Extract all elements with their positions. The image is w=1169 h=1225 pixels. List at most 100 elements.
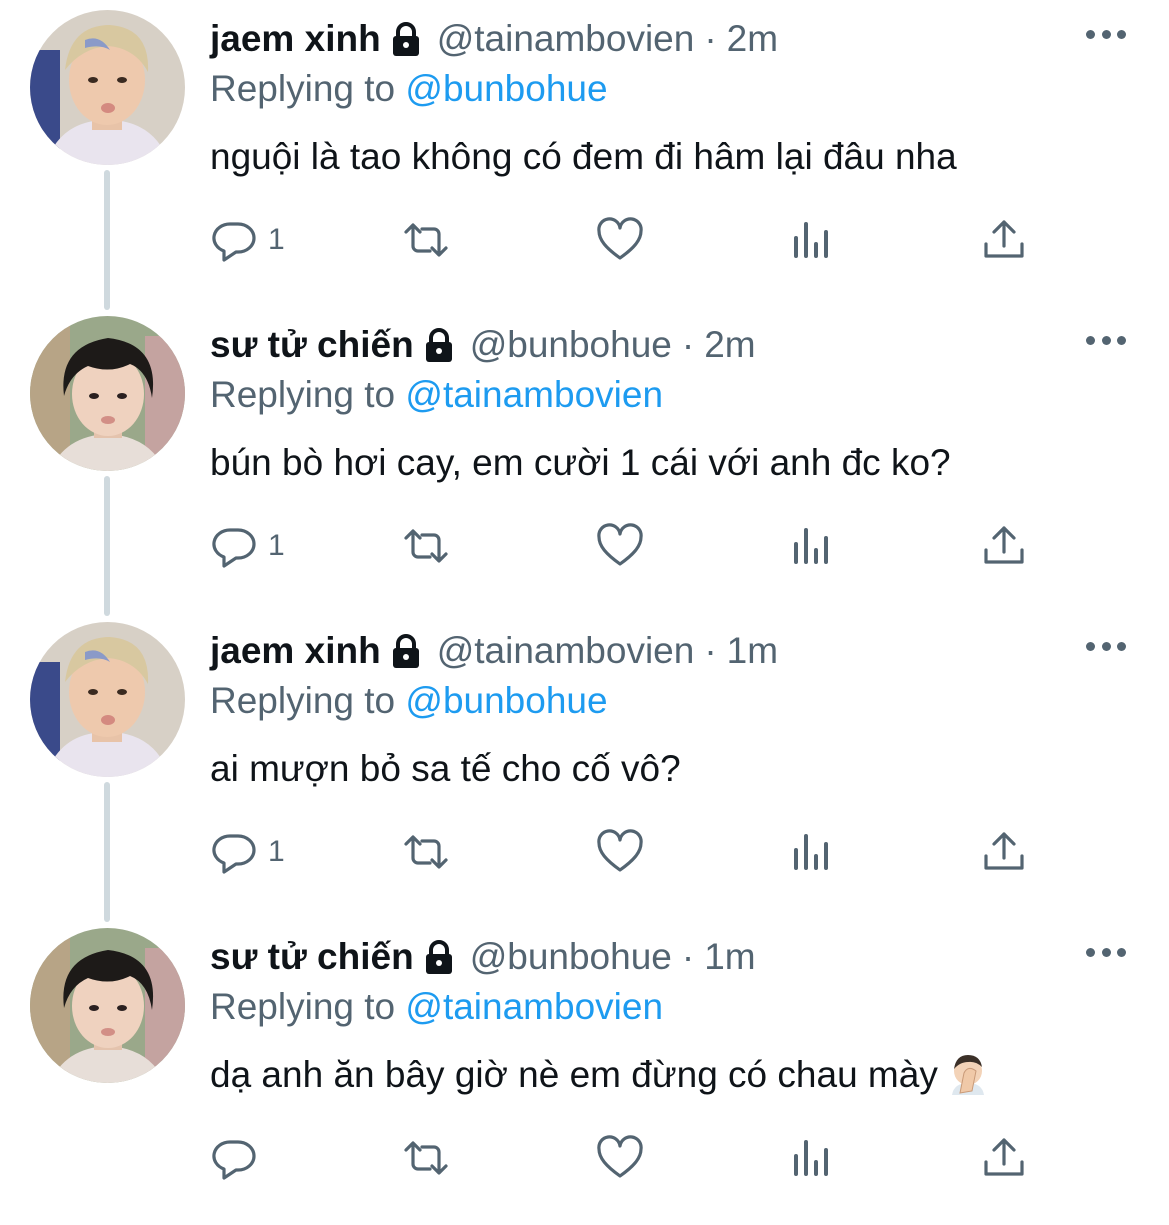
- more-icon[interactable]: [1086, 942, 1126, 962]
- reply-icon: [212, 834, 256, 874]
- tweet[interactable]: sư tử chiến @bunbohue · 1m Replying to @…: [0, 918, 1169, 1224]
- replying-prefix: Replying to: [210, 680, 396, 721]
- replying-prefix: Replying to: [210, 374, 396, 415]
- avatar[interactable]: [30, 10, 185, 165]
- retweet-icon: [404, 223, 448, 257]
- chien-avatar: [30, 928, 185, 1083]
- replying-to: Replying to @bunbohue: [210, 62, 608, 116]
- lock-icon: [391, 633, 421, 669]
- like-button[interactable]: [596, 1123, 644, 1193]
- views-button[interactable]: [788, 511, 836, 581]
- action-bar: [210, 1123, 1040, 1193]
- action-bar: 1: [210, 511, 1040, 581]
- views-icon: [794, 528, 828, 564]
- more-icon[interactable]: [1086, 24, 1126, 44]
- views-icon: [794, 834, 828, 870]
- display-name[interactable]: sư tử chiến: [210, 930, 414, 984]
- reply-count: 1: [268, 529, 285, 562]
- share-button[interactable]: [980, 817, 1028, 887]
- reply-button[interactable]: 1: [210, 817, 285, 887]
- user-handle[interactable]: @tainambovien: [437, 12, 695, 66]
- retweet-button[interactable]: [402, 817, 450, 887]
- retweet-button[interactable]: [402, 511, 450, 581]
- retweet-icon: [404, 1141, 448, 1175]
- tweet-header: sư tử chiến @bunbohue · 2m: [210, 318, 756, 372]
- avatar[interactable]: [30, 316, 185, 471]
- replying-prefix: Replying to: [210, 68, 396, 109]
- lock-icon: [391, 21, 421, 57]
- tweet[interactable]: jaem xinh @tainambovien · 1m Replying to…: [0, 612, 1169, 918]
- mention-link[interactable]: @bunbohue: [405, 68, 607, 109]
- action-bar: 1: [210, 205, 1040, 275]
- timestamp[interactable]: 2m: [704, 318, 755, 372]
- mention-link[interactable]: @tainambovien: [405, 986, 663, 1027]
- views-button[interactable]: [788, 205, 836, 275]
- jaem-avatar: [30, 10, 185, 165]
- share-icon: [984, 832, 1024, 870]
- reply-button[interactable]: [210, 1123, 268, 1193]
- share-button[interactable]: [980, 511, 1028, 581]
- retweet-button[interactable]: [402, 1123, 450, 1193]
- like-button[interactable]: [596, 817, 644, 887]
- like-button[interactable]: [596, 205, 644, 275]
- replying-to: Replying to @tainambovien: [210, 368, 663, 422]
- tweet-text-container: dạ anh ăn bây giờ nè em đừng có chau mày: [210, 1038, 990, 1112]
- timestamp[interactable]: 1m: [704, 930, 755, 984]
- tweet-text: bún bò hơi cay, em cười 1 cái với anh đc…: [210, 442, 951, 483]
- more-icon[interactable]: [1086, 330, 1126, 350]
- tweet-header: jaem xinh @tainambovien · 1m: [210, 624, 778, 678]
- display-name[interactable]: sư tử chiến: [210, 318, 414, 372]
- display-name[interactable]: jaem xinh: [210, 12, 381, 66]
- conversation-thread: jaem xinh @tainambovien · 2m Replying to…: [0, 0, 1169, 1225]
- reply-button[interactable]: 1: [210, 205, 285, 275]
- reply-button[interactable]: 1: [210, 511, 285, 581]
- tweet[interactable]: jaem xinh @tainambovien · 2m Replying to…: [0, 0, 1169, 306]
- retweet-icon: [404, 529, 448, 563]
- like-button[interactable]: [596, 511, 644, 581]
- display-name[interactable]: jaem xinh: [210, 624, 381, 678]
- tweet[interactable]: sư tử chiến @bunbohue · 2m Replying to @…: [0, 306, 1169, 612]
- retweet-icon: [404, 835, 448, 869]
- tweet-header: jaem xinh @tainambovien · 2m: [210, 12, 778, 66]
- share-button[interactable]: [980, 205, 1028, 275]
- more-icon[interactable]: [1086, 636, 1126, 656]
- like-icon: [597, 829, 643, 872]
- views-icon: [794, 222, 828, 258]
- tweet-text: ai mượn bỏ sa tế cho cố vô?: [210, 748, 681, 789]
- lock-icon: [424, 327, 454, 363]
- timestamp[interactable]: 1m: [727, 624, 778, 678]
- share-icon: [984, 526, 1024, 564]
- tweet-header: sư tử chiến @bunbohue · 1m: [210, 930, 756, 984]
- reply-icon: [212, 528, 256, 568]
- avatar[interactable]: [30, 928, 185, 1083]
- reply-icon: [212, 222, 256, 262]
- tweet-text: dạ anh ăn bây giờ nè em đừng có chau mày: [210, 1054, 938, 1095]
- like-icon: [597, 217, 643, 260]
- like-icon: [597, 1135, 643, 1178]
- separator-dot: ·: [681, 936, 695, 977]
- reply-icon: [212, 1140, 256, 1180]
- separator-dot: ·: [704, 18, 717, 59]
- replying-to: Replying to @bunbohue: [210, 674, 608, 728]
- user-handle[interactable]: @tainambovien: [437, 624, 695, 678]
- reply-count: 1: [268, 835, 285, 868]
- share-icon: [984, 220, 1024, 258]
- action-bar: 1: [210, 817, 1040, 887]
- views-button[interactable]: [788, 817, 836, 887]
- views-icon: [794, 1140, 828, 1176]
- user-handle[interactable]: @bunbohue: [470, 930, 672, 984]
- lock-icon: [424, 939, 454, 975]
- mention-link[interactable]: @tainambovien: [405, 374, 663, 415]
- share-button[interactable]: [980, 1123, 1028, 1193]
- views-button[interactable]: [788, 1123, 836, 1193]
- timestamp[interactable]: 2m: [727, 12, 778, 66]
- separator-dot: ·: [681, 324, 695, 365]
- share-icon: [984, 1138, 1024, 1176]
- mention-link[interactable]: @bunbohue: [405, 680, 607, 721]
- user-handle[interactable]: @bunbohue: [470, 318, 672, 372]
- retweet-button[interactable]: [402, 205, 450, 275]
- replying-prefix: Replying to: [210, 986, 396, 1027]
- avatar[interactable]: [30, 622, 185, 777]
- jaem-avatar: [30, 622, 185, 777]
- reply-count: 1: [268, 223, 285, 256]
